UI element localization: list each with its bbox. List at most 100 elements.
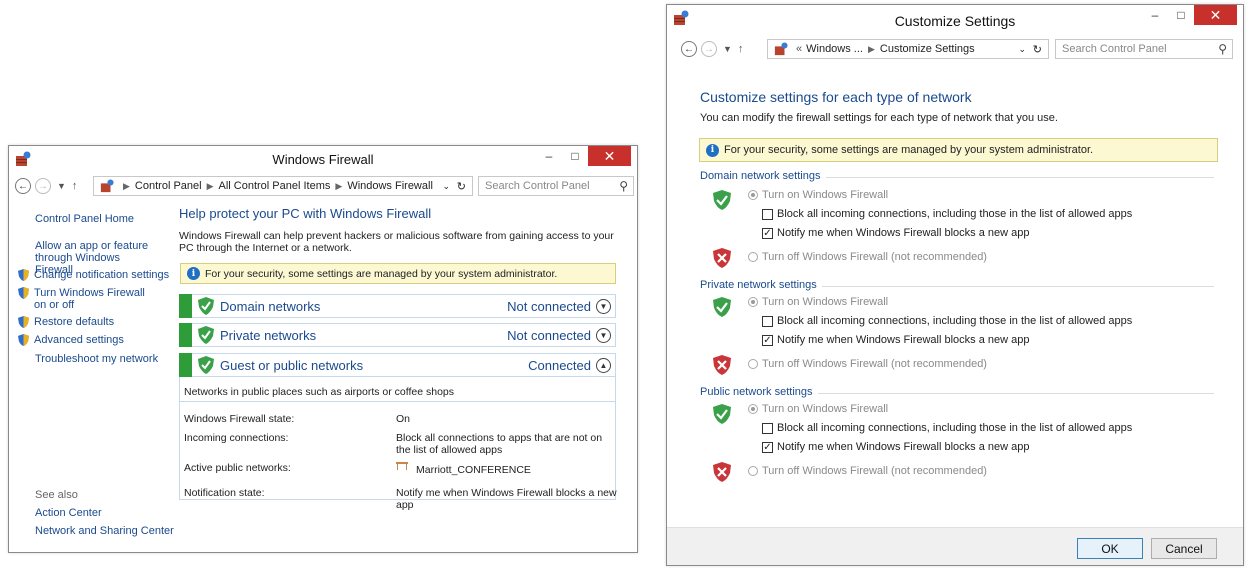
up-arrow-icon[interactable]: ↑: [72, 180, 78, 192]
checkbox[interactable]: [762, 315, 773, 327]
section-public-title: Public network settings: [700, 386, 813, 398]
see-also-action-center[interactable]: Action Center: [35, 507, 102, 519]
radio-label: Turn on Windows Firewall: [762, 189, 889, 201]
green-shield-icon: [713, 404, 731, 424]
info-text: For your security, some settings are man…: [205, 267, 558, 280]
search-input[interactable]: Search Control Panel ⚲: [478, 176, 634, 196]
sidebar-home-link[interactable]: Control Panel Home: [35, 213, 134, 225]
back-button[interactable]: ←: [15, 178, 31, 194]
checkbox-block-all-public[interactable]: Block all incoming connections, includin…: [762, 422, 1132, 434]
network-row-public[interactable]: Guest or public networks Connected ▲: [179, 353, 616, 377]
info-icon: i: [187, 267, 200, 280]
red-shield-icon: [713, 462, 731, 482]
radio-button[interactable]: [748, 404, 758, 415]
admin-info-bar: i For your security, some settings are m…: [699, 138, 1218, 162]
radio-turn-on-private[interactable]: Turn on Windows Firewall: [748, 296, 888, 308]
breadcrumb-item[interactable]: Windows ...: [806, 43, 863, 55]
sidebar: Control Panel Home Allow an app or featu…: [9, 198, 174, 553]
network-name: Guest or public networks: [220, 357, 364, 373]
radio-label: Turn on Windows Firewall: [762, 296, 889, 308]
chevron-up-icon[interactable]: ▲: [596, 358, 611, 373]
section-divider: [818, 393, 1214, 394]
breadcrumb-item[interactable]: Customize Settings: [880, 43, 975, 55]
checkbox-notify-private[interactable]: ✓ Notify me when Windows Firewall blocks …: [762, 334, 1030, 346]
recent-pages-icon[interactable]: ▼: [723, 44, 732, 54]
breadcrumb-item[interactable]: Control Panel: [135, 180, 202, 192]
checkbox-label: Notify me when Windows Firewall blocks a…: [777, 441, 1030, 453]
radio-turn-off-domain[interactable]: Turn off Windows Firewall (not recommend…: [748, 251, 987, 263]
radio-turn-off-private[interactable]: Turn off Windows Firewall (not recommend…: [748, 358, 987, 370]
title-bar: Windows Firewall – □ ✕: [9, 146, 637, 174]
network-status: Not connected: [507, 298, 591, 314]
maximize-button[interactable]: □: [1168, 5, 1194, 25]
network-row-private[interactable]: Private networks Not connected ▼: [179, 323, 616, 347]
search-icon[interactable]: ⚲: [1218, 42, 1227, 56]
checkbox[interactable]: [762, 208, 773, 220]
sidebar-item-turn-on-off[interactable]: Turn Windows Firewall on or off: [18, 287, 152, 311]
back-button[interactable]: ←: [681, 41, 697, 57]
sidebar-item-notifications[interactable]: Change notification settings: [18, 269, 169, 281]
breadcrumb-item[interactable]: Windows Firewall: [347, 180, 433, 192]
status-bar: [179, 294, 192, 318]
search-icon[interactable]: ⚲: [619, 179, 628, 193]
radio-button[interactable]: [748, 190, 758, 201]
minimize-button[interactable]: –: [536, 146, 562, 166]
checkbox-notify-public[interactable]: ✓ Notify me when Windows Firewall blocks …: [762, 441, 1030, 453]
radio-turn-off-public[interactable]: Turn off Windows Firewall (not recommend…: [748, 465, 987, 477]
address-bar[interactable]: « Windows ... ▶ Customize Settings ⌄ ↻: [767, 39, 1049, 59]
section-divider: [822, 286, 1214, 287]
info-text: For your security, some settings are man…: [724, 144, 1094, 156]
close-button[interactable]: ✕: [588, 146, 631, 166]
page-description: Windows Firewall can help prevent hacker…: [179, 230, 614, 254]
checkbox-block-all-domain[interactable]: Block all incoming connections, includin…: [762, 208, 1132, 220]
chevron-down-icon[interactable]: ▼: [596, 299, 611, 314]
detail-value: Block all connections to apps that are n…: [396, 432, 603, 456]
info-icon: i: [706, 143, 719, 157]
sidebar-item-advanced-settings[interactable]: Advanced settings: [18, 334, 124, 346]
checkbox-notify-domain[interactable]: ✓ Notify me when Windows Firewall blocks …: [762, 227, 1030, 239]
sidebar-item-label: Change notification settings: [34, 269, 170, 281]
network-row-domain[interactable]: Domain networks Not connected ▼: [179, 294, 616, 318]
sidebar-item-restore-defaults[interactable]: Restore defaults: [18, 316, 114, 328]
green-shield-icon: [713, 297, 731, 317]
radio-turn-on-domain[interactable]: Turn on Windows Firewall: [748, 189, 888, 201]
maximize-button[interactable]: □: [562, 146, 588, 166]
cancel-button[interactable]: Cancel: [1151, 538, 1217, 559]
customize-heading: Customize settings for each type of netw…: [700, 89, 972, 105]
title-bar: Customize Settings – □ ✕: [667, 5, 1243, 35]
address-dropdown-icon[interactable]: ⌄: [1018, 44, 1026, 55]
address-dropdown-icon[interactable]: ⌄: [442, 181, 450, 192]
sidebar-item-troubleshoot[interactable]: Troubleshoot my network: [35, 353, 158, 365]
checkbox-checked[interactable]: ✓: [762, 227, 773, 239]
green-shield-icon: [198, 326, 214, 344]
search-input[interactable]: Search Control Panel ⚲: [1055, 39, 1233, 59]
checkbox-block-all-private[interactable]: Block all incoming connections, includin…: [762, 315, 1132, 327]
breadcrumb-item[interactable]: All Control Panel Items: [219, 180, 331, 192]
checkbox-checked[interactable]: ✓: [762, 441, 773, 453]
network-status: Connected: [528, 357, 591, 373]
radio-button[interactable]: [748, 359, 758, 370]
radio-button[interactable]: [748, 466, 758, 477]
see-also-network-sharing[interactable]: Network and Sharing Center: [35, 525, 174, 537]
sidebar-item-label: Advanced settings: [34, 334, 124, 346]
radio-button[interactable]: [748, 252, 758, 263]
detail-label: Windows Firewall state:: [184, 413, 295, 425]
overflow-chevron-icon[interactable]: «: [796, 43, 802, 55]
forward-button[interactable]: →: [35, 178, 51, 194]
close-button[interactable]: ✕: [1194, 5, 1237, 25]
address-bar[interactable]: ▶ Control Panel ▶ All Control Panel Item…: [93, 176, 473, 196]
chevron-down-icon[interactable]: ▼: [596, 328, 611, 343]
minimize-button[interactable]: –: [1142, 5, 1168, 25]
recent-pages-icon[interactable]: ▼: [57, 181, 66, 191]
ok-button[interactable]: OK: [1077, 538, 1143, 559]
refresh-icon[interactable]: ↻: [457, 180, 466, 193]
checkbox-checked[interactable]: ✓: [762, 334, 773, 346]
address-row: ← → ▼ ↑ ▶ Control Panel ▶ All Control Pa…: [9, 174, 637, 198]
radio-turn-on-public[interactable]: Turn on Windows Firewall: [748, 403, 888, 415]
radio-label: Turn off Windows Firewall (not recommend…: [762, 358, 987, 370]
up-arrow-icon[interactable]: ↑: [738, 43, 744, 55]
checkbox[interactable]: [762, 422, 773, 434]
forward-button[interactable]: →: [701, 41, 717, 57]
refresh-icon[interactable]: ↻: [1033, 43, 1042, 56]
radio-button[interactable]: [748, 297, 758, 308]
